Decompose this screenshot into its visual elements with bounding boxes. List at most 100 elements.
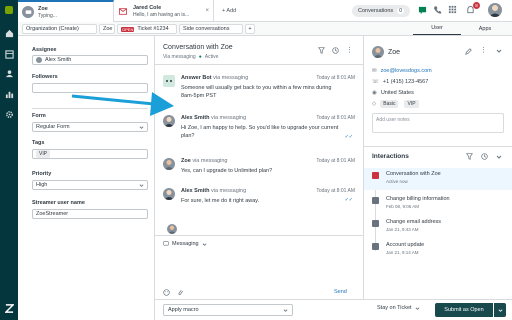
interaction-item[interactable]: Change billing information Feb 08, 9:05 …: [364, 193, 512, 215]
conversations-button[interactable]: Conversations 0: [352, 5, 410, 17]
breadcrumb-ticket[interactable]: OPEN Ticket #1234: [117, 24, 177, 34]
phone-icon[interactable]: [433, 5, 442, 15]
tag-icon: ◇: [372, 101, 377, 107]
user-avatar[interactable]: [488, 3, 502, 17]
ticket-status-badge: OPEN: [121, 26, 135, 32]
email-row: ✉ zoe@lovesdogs.com: [372, 68, 432, 74]
tab-zoe[interactable]: Zoe Typing...: [18, 0, 114, 22]
message-via: via messaging: [192, 158, 228, 164]
customer-email[interactable]: zoe@lovesdogs.com: [381, 68, 432, 74]
breadcrumb-requester[interactable]: Zoe: [99, 24, 115, 34]
submit-button[interactable]: Submit as Open: [435, 303, 493, 317]
customer-avatar: [372, 46, 384, 58]
priority-select[interactable]: High: [32, 180, 148, 190]
send-button[interactable]: Send: [334, 289, 347, 295]
left-navigation: [0, 0, 18, 320]
ticket-properties-panel: Assignee Alex Smith Followers Form Regul…: [18, 36, 155, 320]
views-icon[interactable]: [3, 48, 15, 60]
submit-options-button[interactable]: [494, 303, 506, 317]
composer-channel-select[interactable]: Messaging: [163, 241, 207, 247]
tab-jared-cole[interactable]: Jared Cole Hello, I am having an is... ×: [114, 0, 214, 22]
ticket-icon: [372, 243, 379, 250]
stay-on-ticket-select[interactable]: Stay on Ticket: [377, 305, 420, 311]
interaction-title: Change email address: [386, 219, 442, 225]
zendesk-logo-icon: [3, 302, 15, 314]
read-receipt-icon: ✓✓: [344, 197, 353, 203]
email-icon: ✉: [372, 68, 377, 74]
interaction-title: Change billing information: [386, 196, 450, 202]
form-label: Form: [32, 113, 46, 119]
history-icon[interactable]: [332, 47, 339, 54]
message-header: Alex Smith via messaging: [181, 115, 246, 121]
assignee-label: Assignee: [32, 47, 57, 53]
customer-avatar: [163, 158, 175, 170]
assignee-field[interactable]: Alex Smith: [32, 55, 148, 65]
collapse-chevron-icon[interactable]: [496, 48, 502, 54]
message-item: Alex Smith via messaging Today at 8:01 A…: [163, 188, 355, 208]
message-text: For sure, let me do it right away.: [181, 198, 260, 204]
tag-vip[interactable]: VIP: [404, 100, 419, 108]
add-tab-button[interactable]: + Add: [222, 8, 236, 14]
emoji-icon[interactable]: [163, 289, 170, 296]
message-text: Someone will usually get back to you wit…: [181, 85, 332, 99]
settings-gear-icon[interactable]: [3, 108, 15, 120]
streamer-value: ZoeStreamer: [36, 211, 69, 217]
location-icon: ◉: [372, 90, 377, 96]
apps-grid-icon[interactable]: [448, 5, 457, 14]
tab-apps[interactable]: Apps: [461, 22, 509, 35]
breadcrumb-organization[interactable]: Organization (Create): [22, 24, 97, 34]
add-side-conversation-button[interactable]: +: [245, 24, 255, 34]
side-conversations-tab[interactable]: Side conversations: [179, 24, 243, 34]
customer-context-panel: Zoe ⋮ ✉ zoe@lovesdogs.com ☏ +1 (415) 123…: [363, 36, 512, 320]
priority-value: High: [36, 182, 48, 188]
ticket-subbar: Organization (Create) Zoe OPEN Ticket #1…: [18, 22, 512, 36]
streamer-field[interactable]: ZoeStreamer: [32, 209, 148, 219]
ticket-icon: [372, 197, 379, 204]
interaction-title: Conversation with Zoe: [386, 171, 441, 177]
message-item: Answer Bot via messaging Today at 8:01 A…: [163, 75, 355, 101]
streamer-label: Streamer user name: [32, 200, 85, 206]
message-via: via messaging: [210, 188, 247, 194]
message-text: Hi Zoe, I am happy to help. So you'd lik…: [181, 125, 339, 139]
apply-macro-select[interactable]: Apply macro: [163, 304, 293, 316]
chevron-down-icon: [498, 308, 502, 312]
annotation-arrow-icon: [71, 92, 174, 116]
zendesk-home-icon[interactable]: [3, 4, 15, 16]
collapse-chevron-icon[interactable]: [496, 154, 502, 160]
form-select[interactable]: Regular Form: [32, 122, 148, 132]
tab-subtitle: Typing...: [38, 12, 57, 19]
conversation-pane: Conversation with Zoe Via messaging ● Ac…: [155, 36, 363, 320]
tab-user[interactable]: User: [413, 22, 461, 35]
edit-icon[interactable]: [465, 48, 472, 55]
interaction-item[interactable]: Account update Jan 21, 9:14 AM: [364, 239, 512, 261]
tags-field[interactable]: VIP: [32, 149, 148, 159]
avatar: [36, 57, 42, 63]
messaging-icon: [163, 241, 169, 246]
composer-input[interactable]: [163, 253, 355, 287]
filter-icon[interactable]: [466, 153, 473, 160]
followers-label: Followers: [32, 74, 58, 80]
stay-on-ticket-label: Stay on Ticket: [377, 305, 412, 311]
history-icon[interactable]: [481, 153, 488, 160]
interaction-item[interactable]: Conversation with Zoe Active now: [364, 168, 512, 190]
filter-icon[interactable]: [318, 47, 325, 54]
attachment-icon[interactable]: [177, 289, 184, 296]
interaction-item[interactable]: Change email address Jan 21, 9:43 AM: [364, 216, 512, 238]
message-item: Zoe via messaging Today at 8:01 AM Yes, …: [163, 158, 355, 178]
status-chat-icon[interactable]: [418, 6, 427, 15]
close-icon[interactable]: ×: [205, 8, 209, 14]
home-icon[interactable]: [3, 27, 15, 39]
tag-vip[interactable]: VIP: [36, 150, 51, 158]
conversation-meta: Via messaging ● Active: [163, 54, 219, 60]
user-notes-input[interactable]: Add user notes: [372, 113, 504, 133]
more-options-icon[interactable]: ⋮: [480, 46, 487, 54]
customers-icon[interactable]: [3, 67, 15, 79]
reporting-icon[interactable]: [3, 88, 15, 100]
conversations-label: Conversations: [358, 8, 394, 14]
tag-basic[interactable]: Basic: [380, 100, 399, 108]
tags-row: ◇ Basic VIP: [372, 100, 421, 108]
priority-label: Priority: [32, 171, 52, 177]
more-options-icon[interactable]: ⋮: [346, 46, 353, 54]
country-row: ◉ United States: [372, 90, 414, 96]
divider: [364, 146, 512, 147]
